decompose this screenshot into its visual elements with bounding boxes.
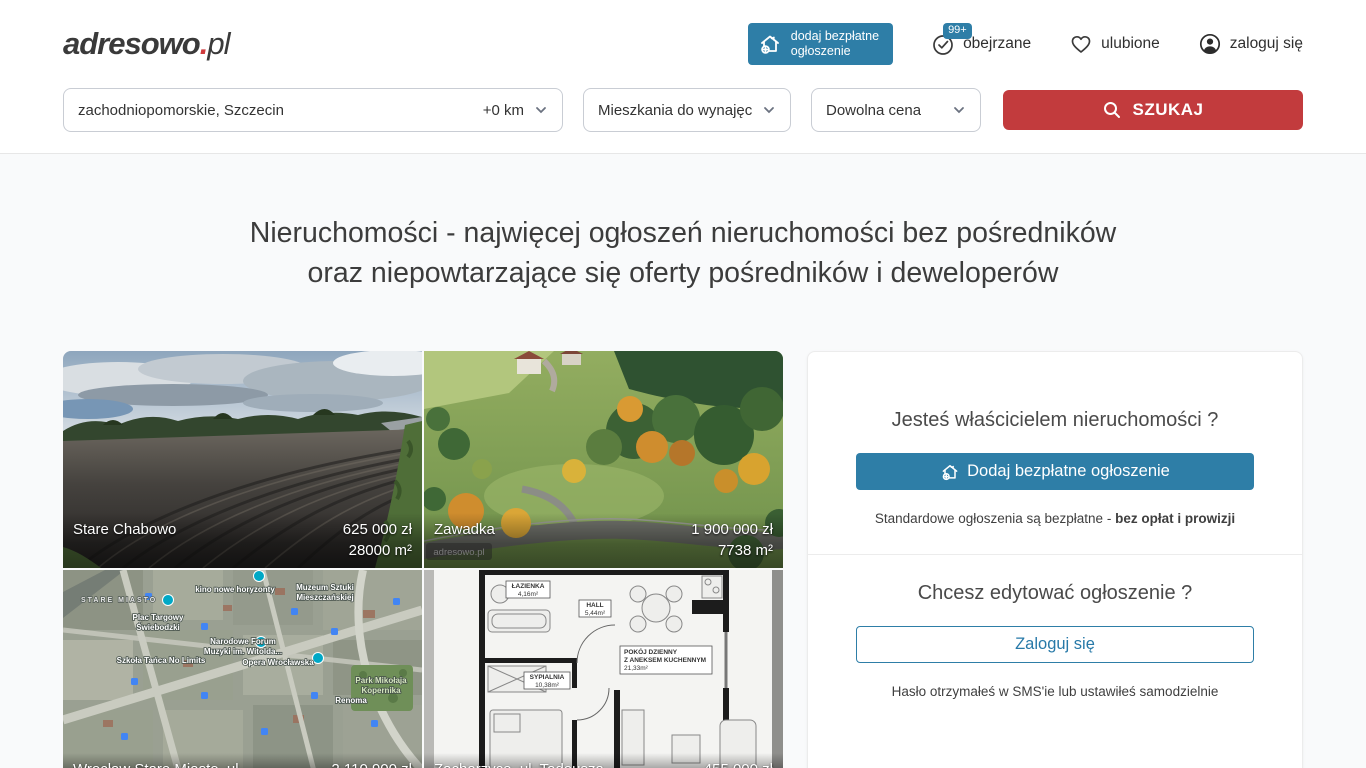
nav-login[interactable]: zaloguj się	[1198, 32, 1303, 56]
site-header: adresowo.pl dodaj bezpłatne ogłoszenie	[0, 0, 1366, 154]
listing-price: 455 000 zł	[704, 759, 773, 768]
listing-card-zacharzyce[interactable]: ŁAZIENKA 4,16m² HALL 5,44m² POKÓJ DZIENN…	[424, 570, 783, 768]
map-label: Plac Targowy	[133, 613, 185, 622]
logo-tld: pl	[207, 26, 229, 61]
map-label: Kopernika	[361, 686, 401, 695]
map-label: Szkoła Tańca No Limits	[117, 656, 206, 665]
nav-viewed-label: obejrzane	[963, 35, 1031, 53]
map-label: Narodowe Forum	[210, 637, 276, 646]
listing-area: 28000 m²	[343, 540, 412, 561]
search-bar: zachodniopomorskie, Szczecin +0 km Miesz…	[63, 88, 1303, 153]
add-listing-label-line2: ogłoszenie	[791, 44, 851, 58]
listings-grid: Stare Chabowo 625 000 zł 28000 m²	[63, 351, 783, 768]
price-select[interactable]: Dowolna cena	[811, 88, 981, 132]
listing-caption: Zacharzyce, ul. Tadeusza 455 000 zł	[424, 753, 783, 768]
room-area: 4,16m²	[518, 591, 539, 598]
room-area: 5,44m²	[585, 610, 606, 617]
listing-name: Zawadka	[434, 519, 495, 540]
heart-icon	[1069, 32, 1093, 56]
nav-favorites-label: ulubione	[1101, 35, 1160, 53]
map-label: Opera Wrocławska	[242, 658, 314, 667]
add-listing-label-line1: dodaj bezpłatne	[791, 29, 879, 43]
location-input[interactable]: zachodniopomorskie, Szczecin +0 km	[63, 88, 563, 132]
room-area: 21,33m²	[624, 665, 649, 672]
chevron-down-icon	[952, 103, 966, 117]
nav-favorites[interactable]: ulubione	[1069, 32, 1160, 56]
room-label2: Z ANEKSEM KUCHENNYM	[624, 657, 706, 664]
page-title: Nieruchomości - najwięcej ogłoszeń nieru…	[63, 213, 1303, 293]
chevron-down-icon	[534, 103, 548, 117]
map-label: Świebodzki	[136, 623, 180, 632]
listing-area: 7738 m²	[691, 540, 773, 561]
category-value: Mieszkania do wynajęc	[598, 102, 752, 119]
logo-name: adresowo	[63, 26, 200, 61]
room-area: 10,38m²	[535, 682, 560, 689]
map-label: Mieszczańskiej	[296, 593, 353, 602]
owner-panel: Jesteś właścicielem nieruchomości ? Doda…	[807, 351, 1303, 768]
map-label: Muzyki im. Witolda...	[204, 647, 282, 656]
panel-login-button[interactable]: Zaloguj się	[856, 626, 1254, 663]
nav-viewed[interactable]: 99+ obejrzane	[931, 32, 1031, 56]
listing-caption: Stare Chabowo 625 000 zł 28000 m²	[63, 513, 422, 568]
house-plus-icon	[940, 462, 960, 482]
price-value: Dowolna cena	[826, 102, 921, 119]
map-label: kino nowe horyzonty	[195, 585, 275, 594]
location-value: zachodniopomorskie, Szczecin	[78, 102, 284, 119]
panel-add-listing-button[interactable]: Dodaj bezpłatne ogłoszenie	[856, 453, 1254, 490]
listing-photo-map: STARE MIASTO kino nowe horyzonty Muzeum …	[63, 570, 422, 768]
house-plus-icon	[758, 32, 782, 56]
room-label: HALL	[586, 602, 603, 609]
nav-login-label: zaloguj się	[1230, 35, 1303, 53]
category-select[interactable]: Mieszkania do wynajęc	[583, 88, 791, 132]
password-hint: Hasło otrzymałeś w SMS'ie lub ustawiłeś …	[856, 684, 1254, 729]
edit-heading: Chcesz edytować ogłoszenie ?	[856, 555, 1254, 605]
listing-caption: Wrocław Stare Miasto, ul... 2 110 900 zł	[63, 753, 422, 768]
listing-caption: Zawadka 1 900 000 zł 7738 m²	[424, 513, 783, 568]
free-listing-note: Standardowe ogłoszenia są bezpłatne - be…	[856, 511, 1254, 526]
user-icon	[1198, 32, 1222, 56]
map-label: Renoma	[335, 696, 367, 705]
listing-card-zawadka[interactable]: adresowo.pl Zawadka 1 900 000 zł 7738 m²	[424, 351, 783, 568]
chevron-down-icon	[762, 103, 776, 117]
add-listing-button[interactable]: dodaj bezpłatne ogłoszenie	[748, 23, 893, 65]
logo[interactable]: adresowo.pl	[63, 26, 229, 62]
panel-add-listing-label: Dodaj bezpłatne ogłoszenie	[967, 462, 1170, 481]
search-icon	[1102, 100, 1122, 120]
listing-name: Stare Chabowo	[73, 519, 176, 540]
listing-card-wroclaw[interactable]: STARE MIASTO kino nowe horyzonty Muzeum …	[63, 570, 422, 768]
search-button-label: SZUKAJ	[1132, 100, 1203, 120]
listing-name: Wrocław Stare Miasto, ul...	[73, 759, 251, 768]
map-label: Park Mikołaja	[355, 676, 407, 685]
search-button[interactable]: SZUKAJ	[1003, 90, 1303, 130]
listing-price: 1 900 000 zł	[691, 519, 773, 540]
page-title-line2: oraz niepowtarzające się oferty pośredni…	[63, 253, 1303, 293]
listing-price: 2 110 900 zł	[331, 759, 412, 768]
viewed-count-badge: 99+	[943, 23, 972, 39]
map-region-label: STARE MIASTO	[81, 597, 157, 604]
room-label: POKÓJ DZIENNY	[624, 647, 678, 656]
main-content: Nieruchomości - najwięcej ogłoszeń nieru…	[0, 154, 1366, 768]
owner-heading: Jesteś właścicielem nieruchomości ?	[856, 352, 1254, 432]
map-label: Muzeum Sztuki	[296, 583, 354, 592]
free-listing-note-bold: bez opłat i prowizji	[1115, 511, 1235, 526]
page-title-line1: Nieruchomości - najwięcej ogłoszeń nieru…	[63, 213, 1303, 253]
listing-photo-floorplan: ŁAZIENKA 4,16m² HALL 5,44m² POKÓJ DZIENN…	[424, 570, 783, 768]
radius-value[interactable]: +0 km	[483, 102, 524, 119]
listing-price: 625 000 zł	[343, 519, 412, 540]
listing-name: Zacharzyce, ul. Tadeusza	[434, 759, 604, 768]
room-label: ŁAZIENKA	[512, 583, 545, 590]
free-listing-note-text: Standardowe ogłoszenia są bezpłatne -	[875, 511, 1115, 526]
listing-card-stare-chabowo[interactable]: Stare Chabowo 625 000 zł 28000 m²	[63, 351, 422, 568]
room-label: SYPIALNIA	[530, 674, 565, 681]
